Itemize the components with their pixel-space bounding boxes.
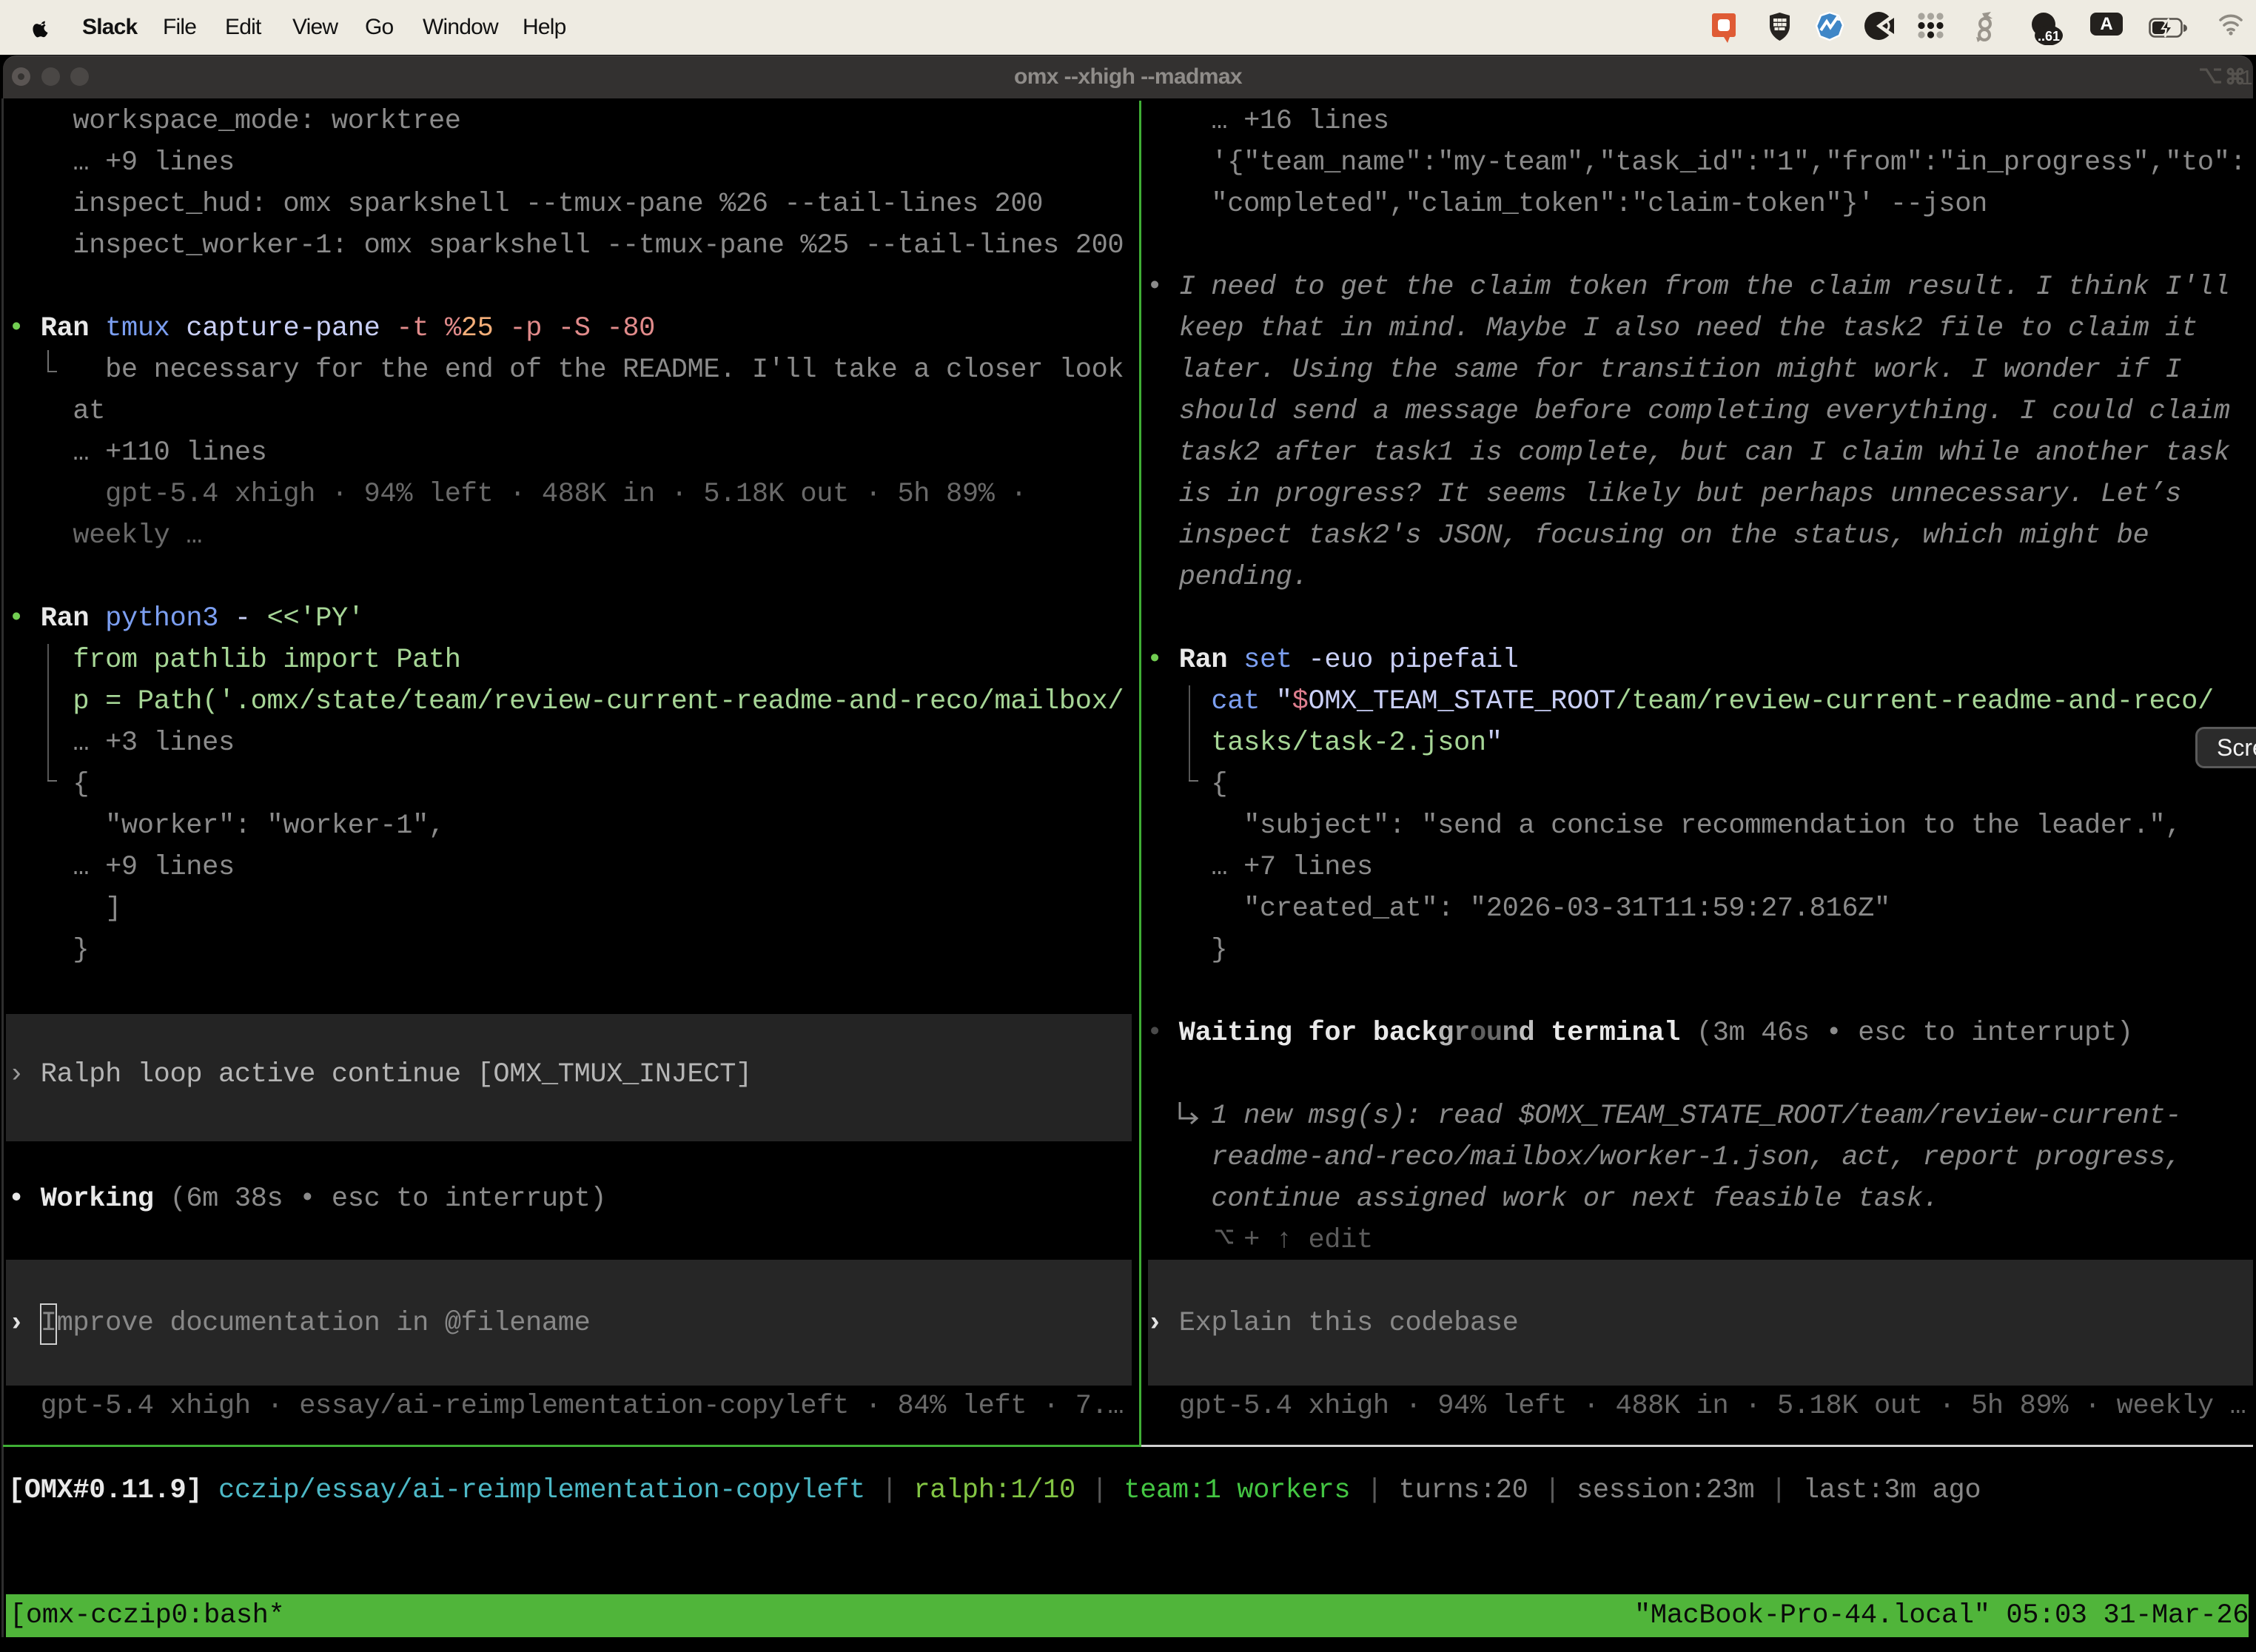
- svg-text:1: 1: [2241, 66, 2253, 88]
- svg-text:..61: ..61: [2038, 29, 2060, 44]
